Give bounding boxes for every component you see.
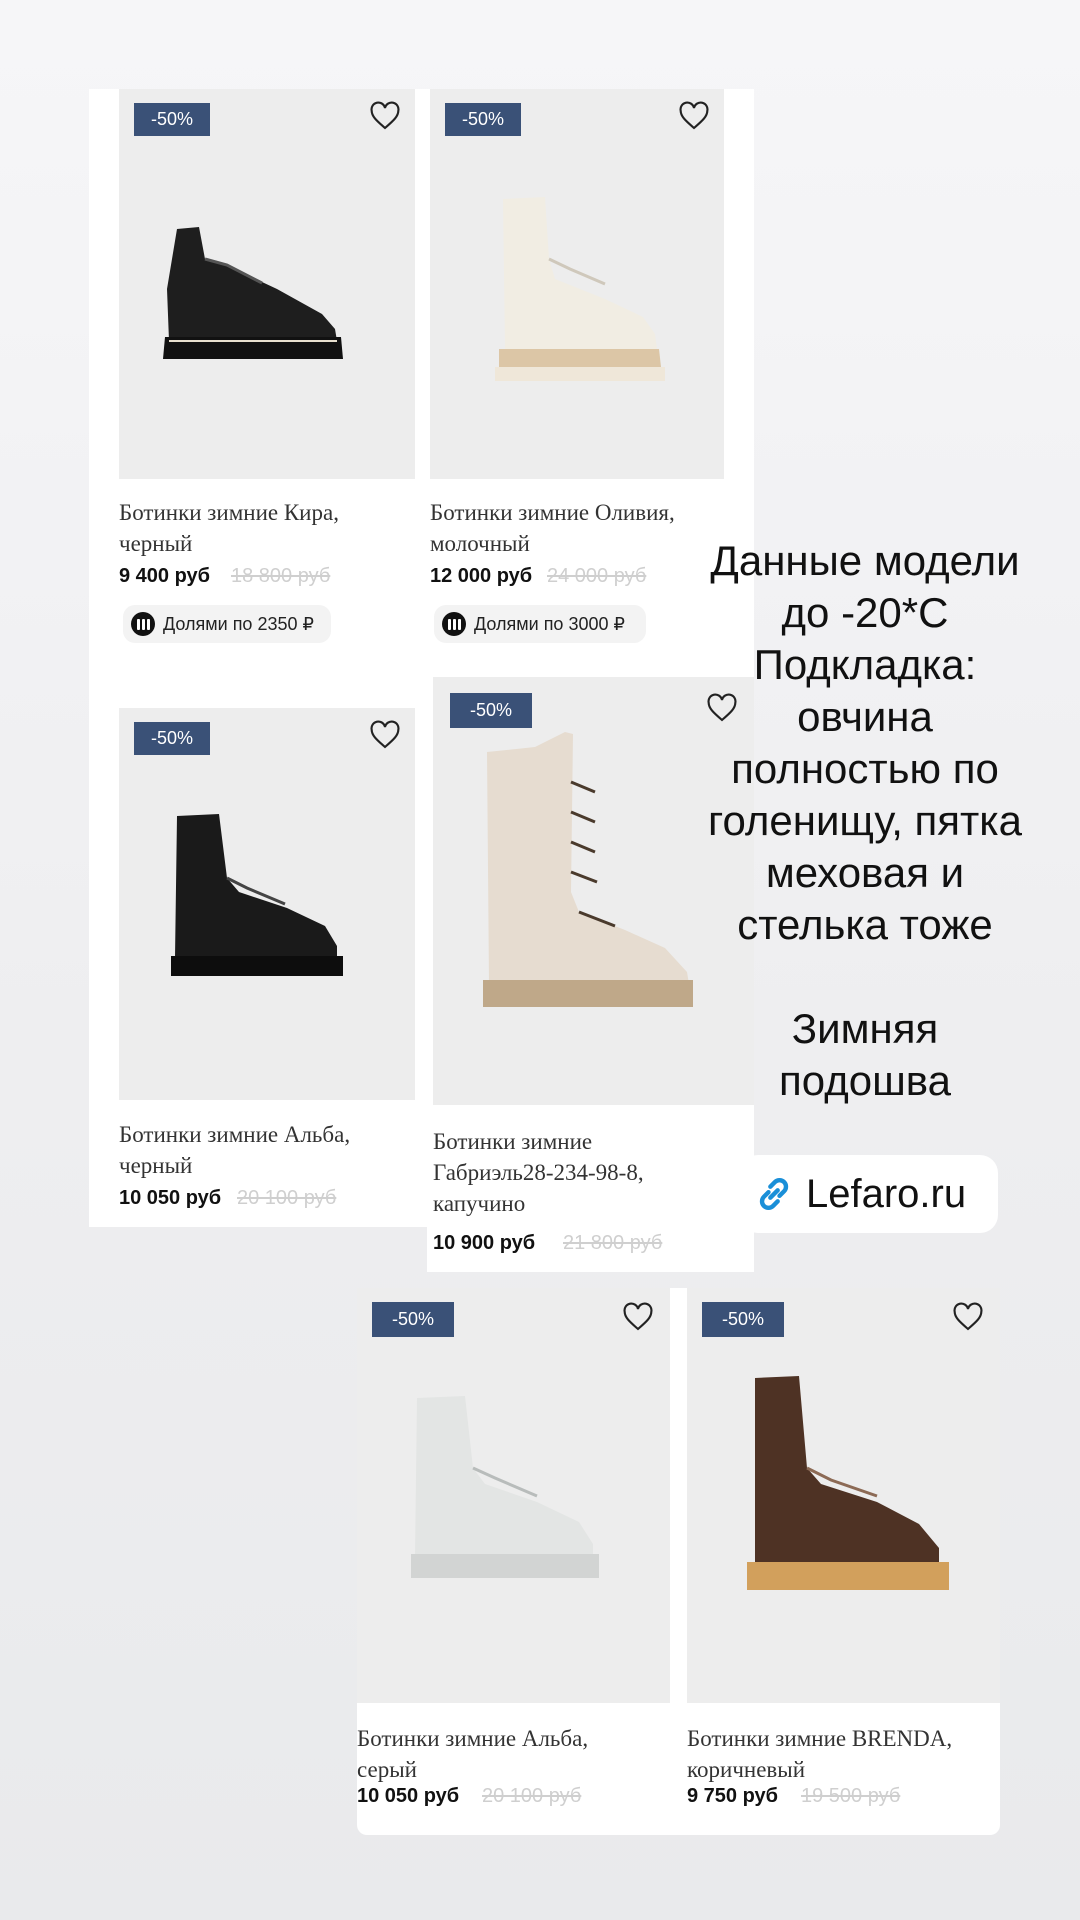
product-name-line[interactable]: Ботинки зимние Кира, — [119, 497, 415, 528]
product-name-line[interactable]: серый — [357, 1754, 670, 1785]
product-name-line[interactable]: коричневый — [687, 1754, 1000, 1785]
boot-kira-image — [163, 227, 343, 359]
heart-icon[interactable] — [952, 1302, 984, 1332]
product-image[interactable]: -50% — [430, 89, 724, 479]
old-price: 20 100 руб — [482, 1785, 582, 1807]
discount-badge: -50% — [445, 103, 521, 136]
product-name[interactable]: Ботинки зимние BRENDA, коричневый — [687, 1723, 1000, 1785]
product-image[interactable]: -50% — [119, 89, 415, 479]
boot-olivia-image — [495, 197, 665, 381]
product-name-line[interactable]: капучино — [433, 1188, 754, 1219]
old-price: 18 800 руб — [231, 565, 331, 587]
boot-brenda-image — [747, 1376, 949, 1590]
product-name-line[interactable]: Ботинки зимние BRENDA, — [687, 1723, 1000, 1754]
dolyami-icon — [442, 612, 466, 636]
installment-button[interactable]: Долями по 3000 ₽ — [434, 605, 646, 643]
discount-badge: -50% — [702, 1302, 784, 1337]
product-image[interactable]: -50% — [357, 1288, 670, 1703]
product-card-alba-grey[interactable]: -50% Ботинки зимние Альба, серый 10 050 … — [357, 1288, 670, 1828]
product-name[interactable]: Ботинки зимние Альба, черный — [119, 1119, 415, 1181]
old-price: 20 100 руб — [237, 1187, 337, 1209]
link-icon — [759, 1178, 789, 1210]
story-overlay-text: Данные модели до -20*С Подкладка: овчина… — [708, 537, 1022, 1104]
boot-gabriel-image — [483, 732, 693, 1007]
price: 10 050 руб — [119, 1187, 222, 1209]
heart-icon[interactable] — [369, 720, 401, 750]
product-card-alba-black[interactable]: -50% Ботинки зимние Альба, черный 10 050… — [119, 708, 415, 1218]
product-name-line[interactable]: молочный — [430, 528, 724, 559]
product-name-line[interactable]: Ботинки зимние Оливия, — [430, 497, 724, 528]
product-name[interactable]: Ботинки зимние Альба, серый — [357, 1723, 670, 1785]
price: 9 400 руб — [119, 565, 211, 587]
product-name[interactable]: Ботинки зимние Габриэль28-234-98-8, капу… — [433, 1126, 754, 1219]
price: 10 900 руб — [433, 1232, 536, 1254]
old-price: 21 800 руб — [563, 1232, 663, 1254]
product-card-olivia[interactable]: -50% Ботинки зимние Оливия, молочный 12 … — [430, 89, 724, 649]
discount-badge: -50% — [134, 722, 210, 755]
product-image[interactable]: -50% — [119, 708, 415, 1100]
product-name-line[interactable]: черный — [119, 1150, 415, 1181]
product-card-kira[interactable]: -50% Ботинки зимние Кира, черный 9 400 р… — [119, 89, 415, 649]
price: 10 050 руб — [357, 1785, 460, 1807]
product-image[interactable]: -50% — [687, 1288, 1000, 1703]
product-name[interactable]: Ботинки зимние Кира, черный — [119, 497, 415, 559]
price: 12 000 руб — [430, 565, 533, 587]
boot-alba-black-image — [171, 814, 343, 976]
discount-badge: -50% — [134, 103, 210, 136]
link-text[interactable]: Lefaro.ru — [806, 1172, 966, 1217]
product-name-line[interactable]: Ботинки зимние — [433, 1126, 754, 1157]
boot-alba-grey-image — [411, 1396, 599, 1578]
heart-icon[interactable] — [369, 101, 401, 131]
old-price: 24 000 руб — [547, 565, 647, 587]
heart-icon[interactable] — [678, 101, 710, 131]
product-name-line[interactable]: Габриэль28-234-98-8, — [433, 1157, 754, 1188]
installment-label: Долями по 3000 ₽ — [474, 613, 625, 634]
product-name-line[interactable]: Ботинки зимние Альба, — [357, 1723, 670, 1754]
product-name-line[interactable]: Ботинки зимние Альба, — [119, 1119, 415, 1150]
product-name[interactable]: Ботинки зимние Оливия, молочный — [430, 497, 724, 559]
old-price: 19 500 руб — [801, 1785, 901, 1807]
installment-button[interactable]: Долями по 2350 ₽ — [123, 605, 331, 643]
price: 9 750 руб — [687, 1785, 779, 1807]
product-name-line[interactable]: черный — [119, 528, 415, 559]
heart-icon[interactable] — [622, 1302, 654, 1332]
link-sticker[interactable]: Lefaro.ru — [740, 1155, 998, 1233]
discount-badge: -50% — [372, 1302, 454, 1337]
dolyami-icon — [131, 612, 155, 636]
product-card-brenda[interactable]: -50% Ботинки зимние BRENDA, коричневый 9… — [687, 1288, 1000, 1828]
installment-label: Долями по 2350 ₽ — [163, 613, 314, 634]
